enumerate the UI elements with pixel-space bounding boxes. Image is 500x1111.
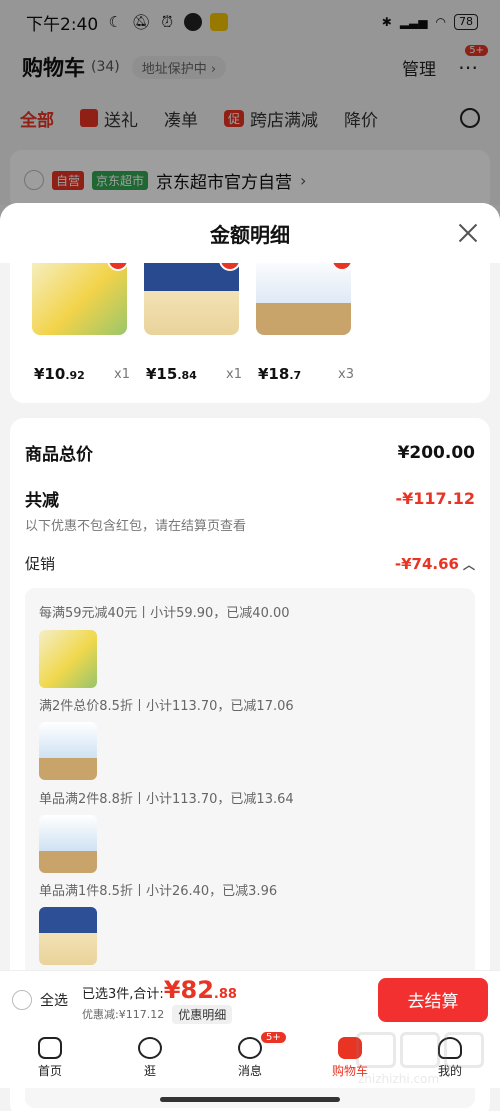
product-price-int: ¥10 — [34, 365, 66, 383]
total-reduce-label: 共减 — [25, 491, 59, 511]
promotion-item-thumb — [39, 815, 97, 873]
product-qty: x1 — [226, 367, 242, 382]
sheet-title: 金额明细 — [210, 222, 290, 247]
message-badge: 5+ — [260, 1031, 287, 1044]
product-image — [144, 263, 239, 335]
modal-overlay[interactable] — [0, 0, 500, 205]
checkout-button[interactable]: 去结算 — [378, 977, 488, 1022]
discount-detail-button[interactable]: 优惠明细 — [172, 1004, 233, 1024]
product-price: ¥10.92 — [34, 365, 85, 383]
nav-messages-label: 消息 — [237, 1064, 262, 1078]
total-amount: ¥82.88 — [164, 976, 237, 1004]
promotion-item-text: 单品满2件8.8折丨小计113.70，已减13.64 — [39, 792, 294, 807]
product-qty: x1 — [114, 367, 130, 382]
discount-text: 优惠减:¥117.12 — [82, 1008, 165, 1021]
nav-browse[interactable]: 逛 — [100, 1028, 200, 1088]
promotion-row[interactable]: 促销 -¥74.66 ︿ — [25, 553, 475, 574]
select-all-label: 全选 — [40, 992, 68, 1009]
product-price-int: ¥18 — [258, 365, 290, 383]
product-image — [32, 263, 127, 335]
sheet-header: 金额明细 — [0, 203, 500, 263]
checked-icon — [331, 263, 351, 271]
nav-home[interactable]: 首页 — [0, 1028, 100, 1088]
nav-home-label: 首页 — [37, 1064, 62, 1078]
promotion-label: 促销 — [25, 555, 56, 573]
product-price-dec: .84 — [177, 369, 197, 382]
select-all-radio[interactable] — [12, 989, 32, 1010]
watermark-text: zhizhizhi.com — [358, 1072, 440, 1086]
checked-icon — [219, 263, 239, 271]
promotion-item-thumb — [39, 722, 97, 780]
total-amount-int: ¥82 — [163, 975, 214, 1004]
product-item[interactable]: ¥18.7 x3 — [256, 263, 368, 383]
total-amount-dec: .88 — [213, 986, 237, 1002]
nav-browse-label: 逛 — [143, 1064, 156, 1078]
reduce-note: 以下优惠不包含红包，请在结算页查看 — [25, 519, 247, 534]
product-image — [256, 263, 351, 335]
promotion-amount: -¥74.66 — [394, 554, 459, 573]
product-item[interactable]: ¥10.92 x1 — [32, 263, 144, 383]
site-watermark: zhizhizhi.com — [352, 1028, 492, 1088]
select-all-toggle[interactable]: 全选 — [12, 989, 68, 1010]
close-icon[interactable] — [456, 221, 480, 245]
promotion-item-text: 单品满1件8.5折丨小计26.40，已减3.96 — [39, 884, 278, 899]
nav-messages[interactable]: 消息 5+ — [200, 1028, 300, 1088]
product-item[interactable]: ¥15.84 x1 — [144, 263, 256, 383]
total-reduce-value: -¥117.12 — [395, 489, 475, 508]
checked-icon — [107, 263, 127, 271]
chevron-up-icon: ︿ — [462, 557, 475, 572]
goods-total-value: ¥200.00 — [397, 442, 475, 463]
product-price-dec: .92 — [65, 369, 85, 382]
goods-total-row: 商品总价 ¥200.00 — [25, 440, 475, 466]
promotion-value: -¥74.66 ︿ — [395, 555, 475, 573]
goods-total-label: 商品总价 — [25, 445, 93, 465]
product-strip: ¥10.92 x1 ¥15.84 x1 ¥18.7 x3 — [10, 263, 490, 403]
checkout-bar: 全选 已选3件,合计: ¥82.88 优惠减:¥117.12 优惠明细 去结算 — [0, 970, 500, 1028]
browse-icon — [138, 1037, 162, 1059]
home-icon — [38, 1037, 62, 1059]
promotion-item-thumb — [39, 907, 97, 965]
product-price-int: ¥15 — [146, 365, 178, 383]
promotion-item-text: 每满59元减40元丨小计59.90，已减40.00 — [39, 606, 290, 621]
order-summary: 已选3件,合计: ¥82.88 优惠减:¥117.12 优惠明细 — [82, 976, 237, 1024]
promotion-item-thumb — [39, 630, 97, 688]
total-reduce-row: 共减 -¥117.12 — [25, 486, 475, 511]
selected-count-text: 已选3件,合计: — [82, 986, 164, 1002]
home-indicator — [160, 1097, 340, 1102]
message-icon — [238, 1037, 262, 1059]
product-price-dec: .7 — [289, 369, 302, 382]
product-price: ¥15.84 — [146, 365, 197, 383]
promotion-item-text: 满2件总价8.5折丨小计113.70，已减17.06 — [39, 699, 294, 714]
product-price: ¥18.7 — [258, 365, 301, 383]
product-qty: x3 — [338, 367, 354, 382]
